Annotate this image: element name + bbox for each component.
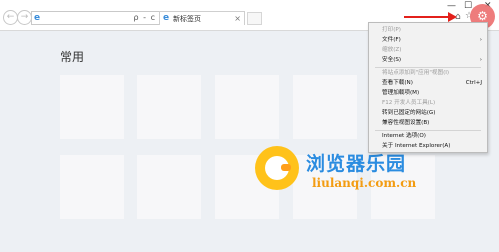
chevron-right-icon: › (479, 37, 482, 43)
arrow-icon (404, 16, 450, 18)
frequent-tile[interactable] (60, 155, 124, 219)
watermark-title: 浏览器乐园 (306, 153, 407, 175)
gear-icon: ⚙ (477, 9, 488, 23)
arrow-head-icon (448, 12, 457, 22)
watermark-url: liulanqi.com.cn (312, 176, 417, 190)
menu-item-zoom[interactable]: 缩放(Z) (382, 46, 482, 55)
tools-menu: 打印(P) 文件(F) › 缩放(Z) 安全(S) › 将站点添加到"应用"视图(I… (368, 22, 488, 153)
menu-item-print[interactable]: 打印(P) (382, 26, 482, 35)
frequent-tile[interactable] (137, 155, 201, 219)
frequent-tile[interactable] (293, 75, 357, 139)
address-bar[interactable]: e ρ - c (31, 11, 160, 25)
tab-label: 新标签页 (173, 15, 201, 23)
menu-item-file[interactable]: 文件(F) › (382, 36, 482, 45)
close-icon[interactable]: × (234, 13, 241, 24)
menu-item-downloads[interactable]: 查看下载(N) Ctrl+J (382, 79, 482, 88)
menu-item-compat-view[interactable]: 兼容性视图设置(B) (382, 119, 482, 128)
menu-item-addons[interactable]: 管理加载项(M) (382, 89, 482, 98)
menu-item-add-to-apps[interactable]: 将站点添加到"应用"视图(I) (382, 69, 482, 78)
menu-item-internet-options[interactable]: Internet 选项(O) (382, 132, 482, 141)
ie-logo-icon: e (34, 13, 41, 23)
address-tools[interactable]: ρ - c (134, 12, 156, 24)
frequent-tile[interactable] (137, 75, 201, 139)
chevron-right-icon: › (479, 57, 482, 63)
ie-logo-icon: e (163, 13, 170, 23)
frequent-tile[interactable] (60, 75, 124, 139)
back-icon: ← (6, 12, 15, 22)
menu-divider (375, 130, 481, 131)
forward-icon: → (20, 12, 29, 22)
menu-divider (375, 67, 481, 68)
tab-new-tab[interactable]: e 新标签页 × (159, 11, 245, 25)
frequent-tile[interactable] (215, 75, 279, 139)
forward-button[interactable]: → (17, 10, 32, 25)
watermark-logo (255, 146, 299, 190)
menu-item-about[interactable]: 关于 Internet Explorer(A) (382, 142, 482, 151)
page-title: 常用 (60, 50, 85, 64)
menu-item-safety[interactable]: 安全(S) › (382, 56, 482, 65)
minimize-button[interactable]: — (447, 1, 456, 11)
menu-item-devtools[interactable]: F12 开发人员工具(L) (382, 99, 482, 108)
new-tab-button[interactable] (247, 12, 262, 25)
back-button[interactable]: ← (3, 10, 18, 25)
menu-item-pinned-sites[interactable]: 转到已固定的网站(G) (382, 109, 482, 118)
